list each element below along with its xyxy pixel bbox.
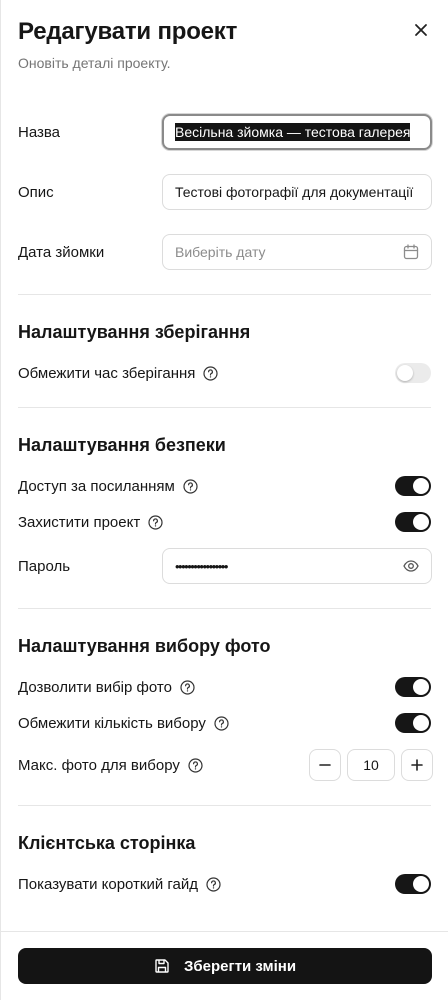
link-access-row: Доступ за посиланням: [18, 476, 431, 496]
date-placeholder: Виберіть дату: [175, 244, 266, 260]
panel-header: Редагувати проект Оновіть деталі проекту…: [18, 16, 431, 71]
password-input[interactable]: •••••••••••••••••: [162, 548, 432, 584]
limit-selection-row: Обмежити кількість вибору: [18, 713, 431, 733]
divider: [18, 608, 431, 609]
divider: [18, 805, 431, 806]
protect-toggle[interactable]: [395, 512, 431, 532]
allow-selection-label: Дозволити вибір фото: [18, 678, 172, 696]
help-circle-icon[interactable]: [203, 365, 219, 381]
increment-button[interactable]: [401, 749, 433, 781]
divider: [18, 294, 431, 295]
storage-section-title: Налаштування зберігання: [18, 322, 251, 342]
close-icon[interactable]: [411, 20, 431, 40]
calendar-icon[interactable]: [403, 244, 419, 260]
minus-icon: [319, 764, 331, 766]
help-circle-icon[interactable]: [214, 715, 229, 731]
page-title: Редагувати проект: [18, 18, 238, 45]
footer-divider: [1, 931, 448, 932]
plus-icon: [411, 759, 423, 771]
save-button[interactable]: Зберегти зміни: [18, 948, 432, 984]
max-photos-label: Макс. фото для вибору: [18, 756, 180, 774]
help-circle-icon[interactable]: [206, 876, 221, 892]
date-label: Дата зйомки: [18, 243, 105, 261]
help-circle-icon[interactable]: [148, 514, 163, 530]
name-value: Весільна зйомка — тестова галерея: [175, 123, 411, 141]
protect-label: Захистити проект: [18, 513, 141, 531]
guide-row: Показувати короткий гайд: [18, 874, 431, 894]
description-input[interactable]: Тестові фотографії для документації: [162, 174, 432, 210]
description-value: Тестові фотографії для документації: [175, 184, 414, 200]
divider: [18, 407, 431, 408]
date-picker[interactable]: Виберіть дату: [162, 234, 432, 270]
client-page-section-title: Клієнтська сторінка: [18, 833, 196, 853]
guide-label: Показувати короткий гайд: [18, 875, 199, 893]
eye-icon[interactable]: [403, 558, 419, 574]
allow-selection-toggle[interactable]: [395, 677, 431, 697]
limit-selection-label: Обмежити кількість вибору: [18, 714, 206, 732]
password-label: Пароль: [18, 557, 71, 575]
edit-project-panel: Редагувати проект Оновіть деталі проекту…: [0, 0, 448, 1000]
save-button-label: Зберегти зміни: [183, 957, 297, 975]
protect-row: Захистити проект: [18, 512, 431, 532]
help-circle-icon[interactable]: [188, 757, 203, 773]
max-photos-value[interactable]: 10: [347, 749, 395, 781]
guide-toggle[interactable]: [395, 874, 431, 894]
name-input[interactable]: Весільна зйомка — тестова галерея: [162, 114, 432, 150]
storage-limit-row: Обмежити час зберігання: [18, 363, 431, 383]
name-label: Назва: [18, 123, 61, 141]
help-circle-icon[interactable]: [183, 478, 198, 494]
link-access-toggle[interactable]: [395, 476, 431, 496]
decrement-button[interactable]: [309, 749, 341, 781]
security-section-title: Налаштування безпеки: [18, 435, 226, 455]
storage-limit-toggle[interactable]: [395, 363, 431, 383]
limit-selection-toggle[interactable]: [395, 713, 431, 733]
selection-section-title: Налаштування вибору фото: [18, 636, 271, 656]
save-icon: [155, 959, 169, 973]
allow-selection-row: Дозволити вибір фото: [18, 677, 431, 697]
description-label: Опис: [18, 183, 54, 201]
page-subtitle: Оновіть деталі проекту.: [18, 55, 171, 71]
help-circle-icon[interactable]: [180, 679, 195, 695]
storage-limit-label: Обмежити час зберігання: [18, 364, 196, 382]
password-value: •••••••••••••••••: [175, 558, 228, 574]
link-access-label: Доступ за посиланням: [18, 477, 175, 495]
